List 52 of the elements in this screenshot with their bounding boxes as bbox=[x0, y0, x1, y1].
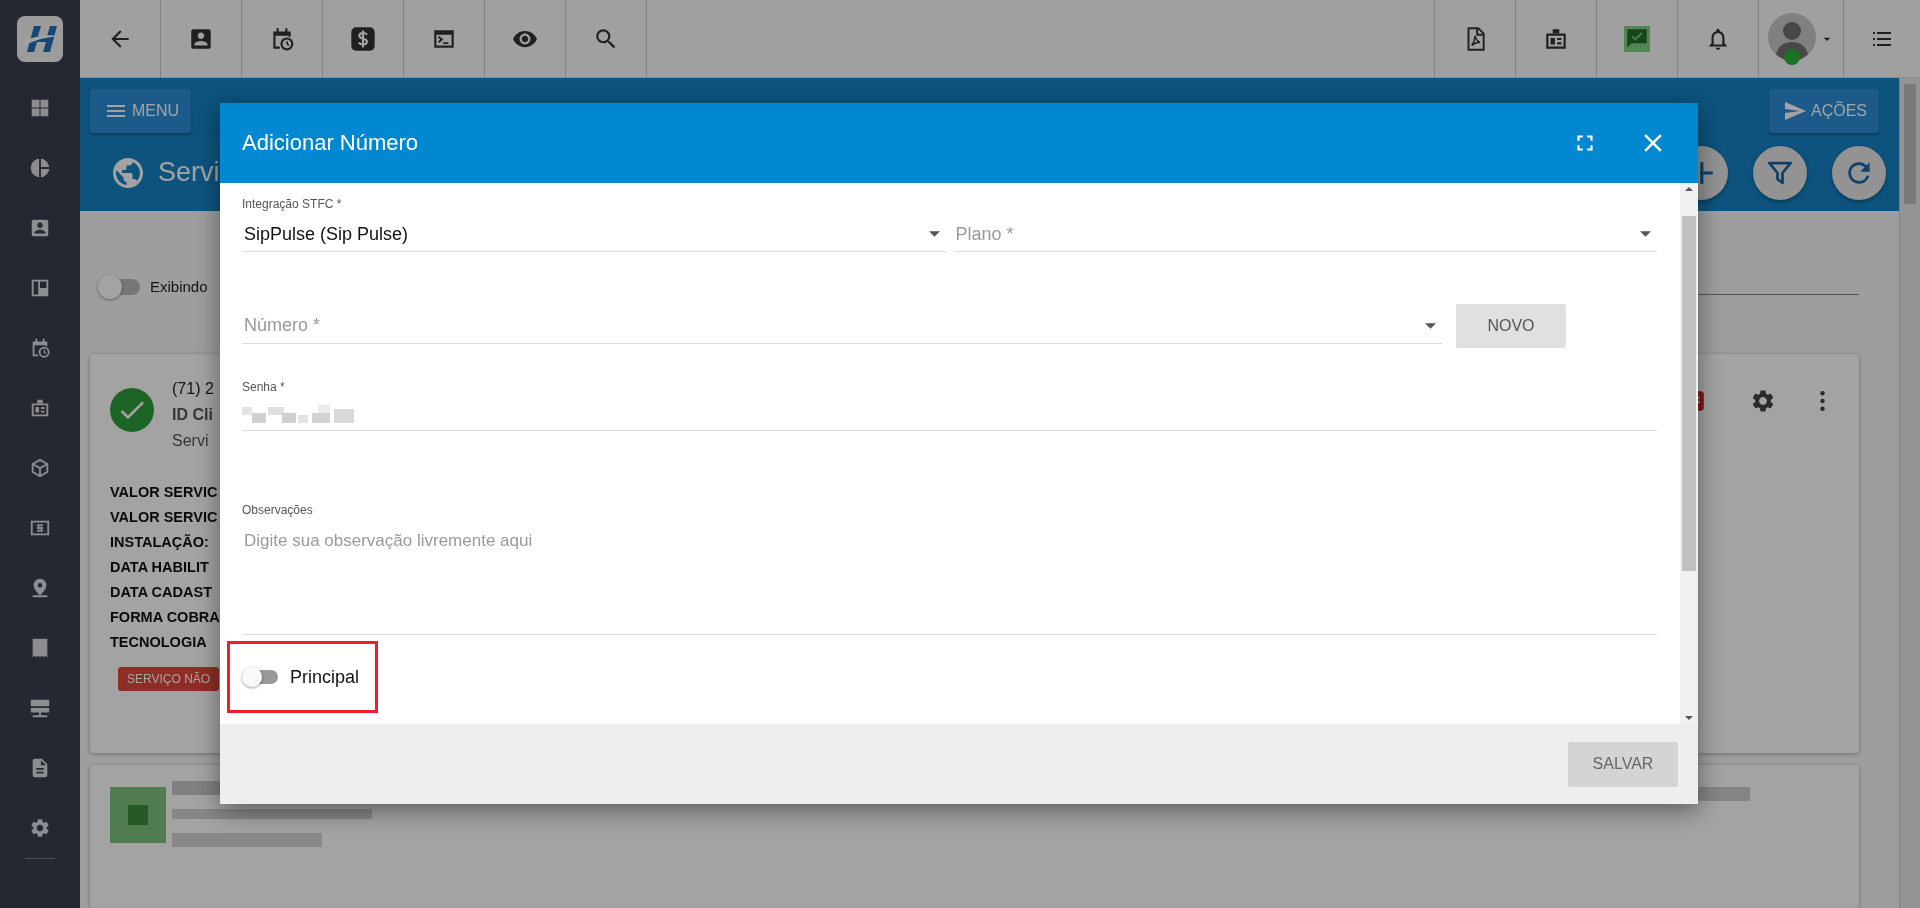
page-scrollbar[interactable] bbox=[1899, 78, 1920, 908]
avatar-icon bbox=[1767, 12, 1817, 66]
field-label: Senha * bbox=[242, 380, 286, 394]
caret-icon bbox=[1425, 322, 1436, 329]
actions-button[interactable]: AÇÕES bbox=[1769, 88, 1879, 133]
detail-label: TECNOLOGIA bbox=[110, 632, 207, 652]
detail-label: DATA HABILIT bbox=[110, 557, 209, 577]
pie-chart-icon bbox=[29, 157, 51, 179]
plus-icon bbox=[1700, 161, 1713, 184]
dropdown-field[interactable]: Número * bbox=[242, 315, 1419, 336]
building-icon bbox=[29, 397, 51, 419]
caret-icon bbox=[928, 231, 940, 237]
board-icon bbox=[29, 277, 51, 299]
logo-icon[interactable] bbox=[17, 16, 63, 62]
chat-check-icon bbox=[1624, 26, 1650, 52]
detail-label: INSTALAÇÃO: bbox=[110, 532, 209, 552]
scroll-down-icon[interactable] bbox=[1685, 716, 1693, 720]
cube-icon bbox=[29, 457, 51, 479]
settings-icon bbox=[29, 817, 51, 839]
field-label: Integração STFC * bbox=[242, 197, 343, 211]
page-title: Servi bbox=[158, 157, 220, 189]
dropdown-field[interactable]: SipPulse (Sip Pulse) bbox=[242, 223, 923, 245]
caret-icon bbox=[1640, 231, 1651, 237]
detail-label: DATA CADAST bbox=[110, 582, 213, 602]
dialog-title: Adicionar Número bbox=[242, 130, 420, 156]
field-label: Observações bbox=[242, 503, 314, 517]
dollar-icon bbox=[349, 25, 377, 53]
contact-card-icon bbox=[188, 26, 214, 52]
detail-label: FORMA COBRA bbox=[110, 607, 220, 627]
detail-label: VALOR SERVIC bbox=[110, 507, 218, 527]
server-icon bbox=[29, 697, 51, 719]
dashboard-icon bbox=[29, 97, 51, 119]
service-label: Servi bbox=[172, 431, 210, 450]
dialog-scrollbar[interactable] bbox=[1680, 183, 1698, 724]
check-circle-icon bbox=[110, 387, 154, 432]
refresh-button[interactable] bbox=[1832, 145, 1886, 200]
detail-label: VALOR SERVIC bbox=[110, 482, 218, 502]
dropdown-field[interactable]: Plano * bbox=[953, 223, 1634, 245]
settings-icon bbox=[1750, 388, 1776, 414]
client-id-label: ID Cli bbox=[172, 405, 214, 424]
more-icon bbox=[1820, 391, 1825, 411]
toggle-label: Principal bbox=[290, 666, 360, 688]
status-badge: SERVIÇO NÃO bbox=[118, 666, 220, 691]
contact-card-icon bbox=[29, 217, 51, 239]
filter-button[interactable] bbox=[1753, 145, 1807, 200]
principal-toggle[interactable] bbox=[244, 670, 278, 684]
menu-button[interactable]: MENU bbox=[90, 88, 192, 133]
toggle-label: Exibindo bbox=[150, 278, 208, 296]
blurred-text-icon bbox=[242, 405, 354, 425]
building-icon bbox=[1543, 26, 1569, 52]
scroll-up-icon[interactable] bbox=[1685, 187, 1693, 191]
phone-number: (71) 2 bbox=[172, 379, 214, 398]
